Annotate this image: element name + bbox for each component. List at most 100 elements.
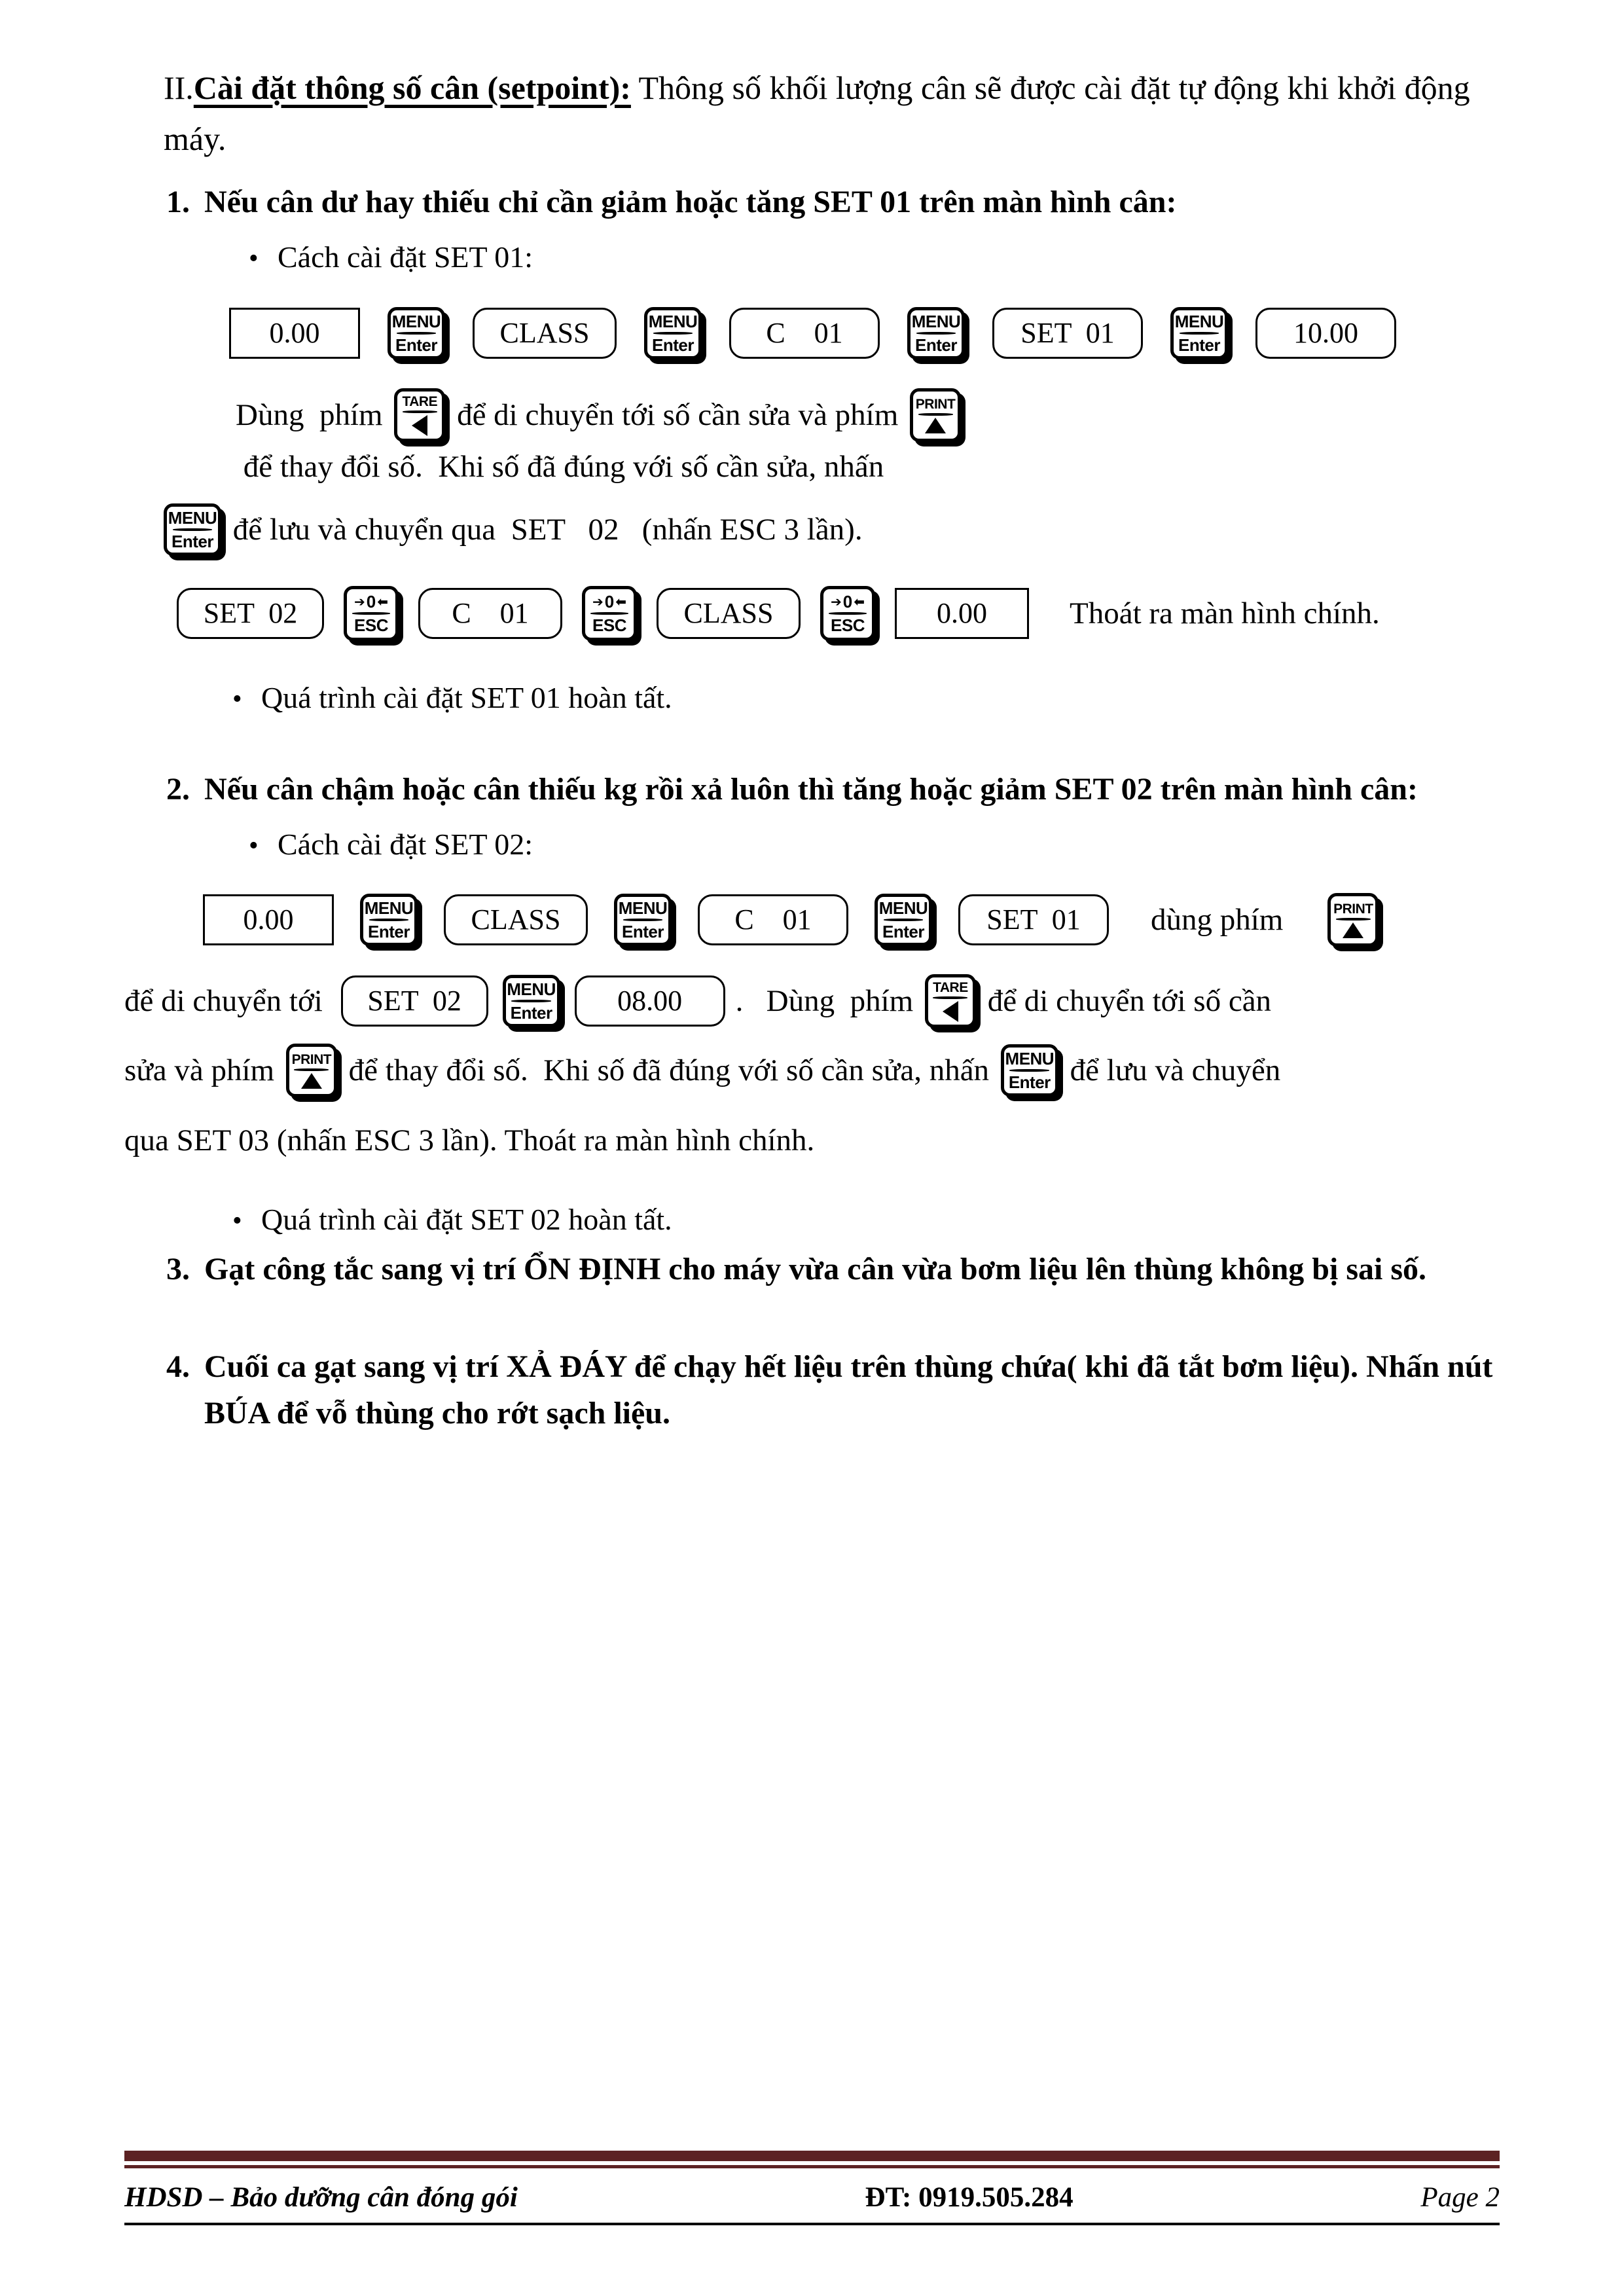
print-key[interactable]: PRINT	[1327, 893, 1379, 947]
bullet-dot-icon	[249, 234, 278, 280]
print-key-label: PRINT	[1333, 901, 1373, 917]
key-divider	[590, 612, 628, 615]
set02-sequence-row: 0.00 MENU Enter CLASS MENU Enter C 01 ME…	[203, 893, 1500, 947]
tare-key[interactable]: TARE	[394, 388, 446, 443]
menu-enter-key-top-label: MENU	[391, 312, 441, 332]
menu-enter-key-top-label: MENU	[618, 898, 668, 919]
zero-esc-icon: ➔ 0 ⬅	[592, 592, 626, 612]
menu-enter-key-bottom-label: Enter	[368, 922, 410, 942]
display-value-0: 0.00	[895, 588, 1029, 640]
bullet-set01-label: Cách cài đặt SET 01:	[278, 240, 533, 274]
set01-instruction-line1: Dùng phím TARE để di chuyển tới số cần s…	[236, 388, 1500, 492]
menu-enter-key-bottom-label: Enter	[652, 335, 694, 355]
footer-left-text: HDSD – Bảo dưỡng cân đóng gói	[124, 2182, 518, 2213]
line2-suffix-text: để di chuyển tới số cần	[979, 984, 1272, 1019]
print-key[interactable]: PRINT	[285, 1044, 337, 1098]
key-divider	[933, 996, 968, 999]
menu-enter-key-top-label: MENU	[364, 898, 414, 919]
esc-key[interactable]: ➔ 0 ⬅ ESC	[582, 586, 637, 642]
list-item-2: 2. Nếu cân chậm hoặc cân thiếu kg rồi xả…	[164, 766, 1500, 812]
line3-p1-text: sửa và phím	[124, 1053, 282, 1088]
instr-text-p1: Dùng phím	[236, 397, 391, 432]
menu-enter-key[interactable]: MENU Enter	[502, 975, 560, 1028]
menu-enter-key[interactable]: MENU Enter	[388, 307, 445, 360]
bullet-set02-label: Cách cài đặt SET 02:	[278, 828, 533, 862]
section-heading: II.Cài đặt thông số cân (setpoint): Thôn…	[164, 63, 1500, 164]
menu-enter-key-bottom-label: Enter	[171, 532, 213, 552]
menu-enter-key[interactable]: MENU Enter	[907, 307, 965, 360]
list-item-2-number: 2.	[166, 772, 190, 807]
key-divider	[918, 412, 953, 416]
list-item-3-text: Gạt công tắc sang vị trí ỔN ĐỊNH cho máy…	[204, 1252, 1427, 1287]
line2-prefix-text: để di chuyển tới	[124, 984, 331, 1019]
after-sequence-text: dùng phím	[1151, 903, 1284, 938]
arrow-up-icon	[1343, 922, 1364, 938]
menu-enter-key-bottom-label: Enter	[1178, 335, 1220, 355]
menu-enter-key-top-label: MENU	[1005, 1049, 1055, 1069]
print-key[interactable]: PRINT	[910, 388, 962, 443]
instr-text-p3: để thay đổi số. Khi số đã đúng với số cầ…	[236, 450, 892, 484]
display-value-c01: C 01	[698, 894, 848, 946]
key-divider	[369, 919, 409, 922]
bullet-set01-done: Quá trình cài đặt SET 01 hoàn tất.	[232, 675, 1500, 720]
menu-enter-key[interactable]: MENU Enter	[614, 894, 672, 947]
menu-enter-key[interactable]: MENU Enter	[644, 307, 702, 360]
tare-key-label: TARE	[402, 393, 438, 409]
menu-enter-key[interactable]: MENU Enter	[360, 894, 418, 947]
menu-enter-key-bottom-label: Enter	[395, 335, 437, 355]
footer-phone-text: ĐT: 0919.505.284	[865, 2182, 1074, 2213]
key-divider	[916, 332, 956, 335]
footer-row: HDSD – Bảo dưỡng cân đóng gói ĐT: 0919.5…	[124, 2168, 1500, 2223]
key-divider	[829, 612, 867, 615]
key-divider	[1179, 332, 1219, 335]
esc-key[interactable]: ➔ 0 ⬅ ESC	[820, 586, 875, 642]
menu-enter-key[interactable]: MENU Enter	[164, 503, 221, 556]
list-item-1: 1. Nếu cân dư hay thiếu chỉ cần giảm hoặ…	[164, 179, 1500, 225]
set02-instruction-line2: để di chuyển tới SET 02 MENU Enter 08.00…	[124, 974, 1500, 1029]
menu-enter-key[interactable]: MENU Enter	[1000, 1044, 1058, 1097]
key-divider	[653, 332, 693, 335]
esc-key[interactable]: ➔ 0 ⬅ ESC	[344, 586, 399, 642]
menu-enter-key-top-label: MENU	[911, 312, 961, 332]
key-divider	[511, 1000, 552, 1003]
display-value-0: 0.00	[203, 894, 334, 946]
display-value-class: CLASS	[473, 308, 617, 359]
arrow-up-icon	[300, 1072, 322, 1089]
section-title: Cài đặt thông số cân (setpoint):	[193, 69, 631, 106]
list-item-3-number: 3.	[166, 1252, 190, 1287]
key-divider	[352, 612, 390, 615]
display-value-c01: C 01	[418, 588, 562, 640]
menu-enter-key-bottom-label: Enter	[510, 1003, 552, 1023]
bullet-set02-howto: Cách cài đặt SET 02:	[249, 822, 1500, 867]
display-value-set02: SET 02	[340, 975, 488, 1027]
menu-enter-key-bottom-label: Enter	[915, 335, 957, 355]
bullet-set02-done-label: Quá trình cài đặt SET 02 hoàn tất.	[261, 1203, 672, 1237]
bullet-set01-howto: Cách cài đặt SET 01:	[249, 234, 1500, 280]
list-item-1-text: Nếu cân dư hay thiếu chỉ cần giảm hoặc t…	[204, 185, 1177, 219]
line2-mid-text: . Dùng phím	[735, 984, 921, 1019]
list-item-1-number: 1.	[166, 185, 190, 219]
zero-esc-icon: ➔ 0 ⬅	[831, 592, 865, 612]
set01-instruction-line2: MENU Enter để lưu và chuyển qua SET 02 (…	[164, 503, 1500, 556]
display-value-set01: SET 01	[958, 894, 1109, 946]
menu-enter-key[interactable]: MENU Enter	[875, 894, 932, 947]
bullet-dot-icon	[232, 1197, 261, 1242]
zero-esc-icon: ➔ 0 ⬅	[354, 592, 388, 612]
key-divider	[1009, 1069, 1050, 1072]
list-item-4-number: 4.	[166, 1349, 190, 1385]
key-divider	[294, 1068, 329, 1071]
bullet-set01-done-label: Quá trình cài đặt SET 01 hoàn tất.	[261, 681, 672, 715]
instr-text-p2: để di chuyển tới số cần sửa và phím	[449, 397, 907, 432]
arrow-left-icon	[942, 1000, 958, 1022]
instr-text-p4: để lưu và chuyển qua SET 02 (nhấn ESC 3 …	[225, 513, 863, 547]
set01-exit-sequence-row: SET 02 ➔ 0 ⬅ ESC C 01 ➔ 0 ⬅ ESC CLASS ➔ …	[177, 586, 1500, 642]
footer-accent-bar-top	[124, 2151, 1500, 2161]
menu-enter-key[interactable]: MENU Enter	[1170, 307, 1228, 360]
menu-enter-key-bottom-label: Enter	[622, 922, 664, 942]
key-divider	[1335, 917, 1371, 920]
tare-key[interactable]: TARE	[924, 974, 976, 1029]
line3-p3-text: để lưu và chuyển	[1062, 1053, 1281, 1088]
menu-enter-key-top-label: MENU	[1174, 312, 1224, 332]
display-value-class: CLASS	[444, 894, 588, 946]
display-value-0800: 08.00	[574, 975, 725, 1027]
